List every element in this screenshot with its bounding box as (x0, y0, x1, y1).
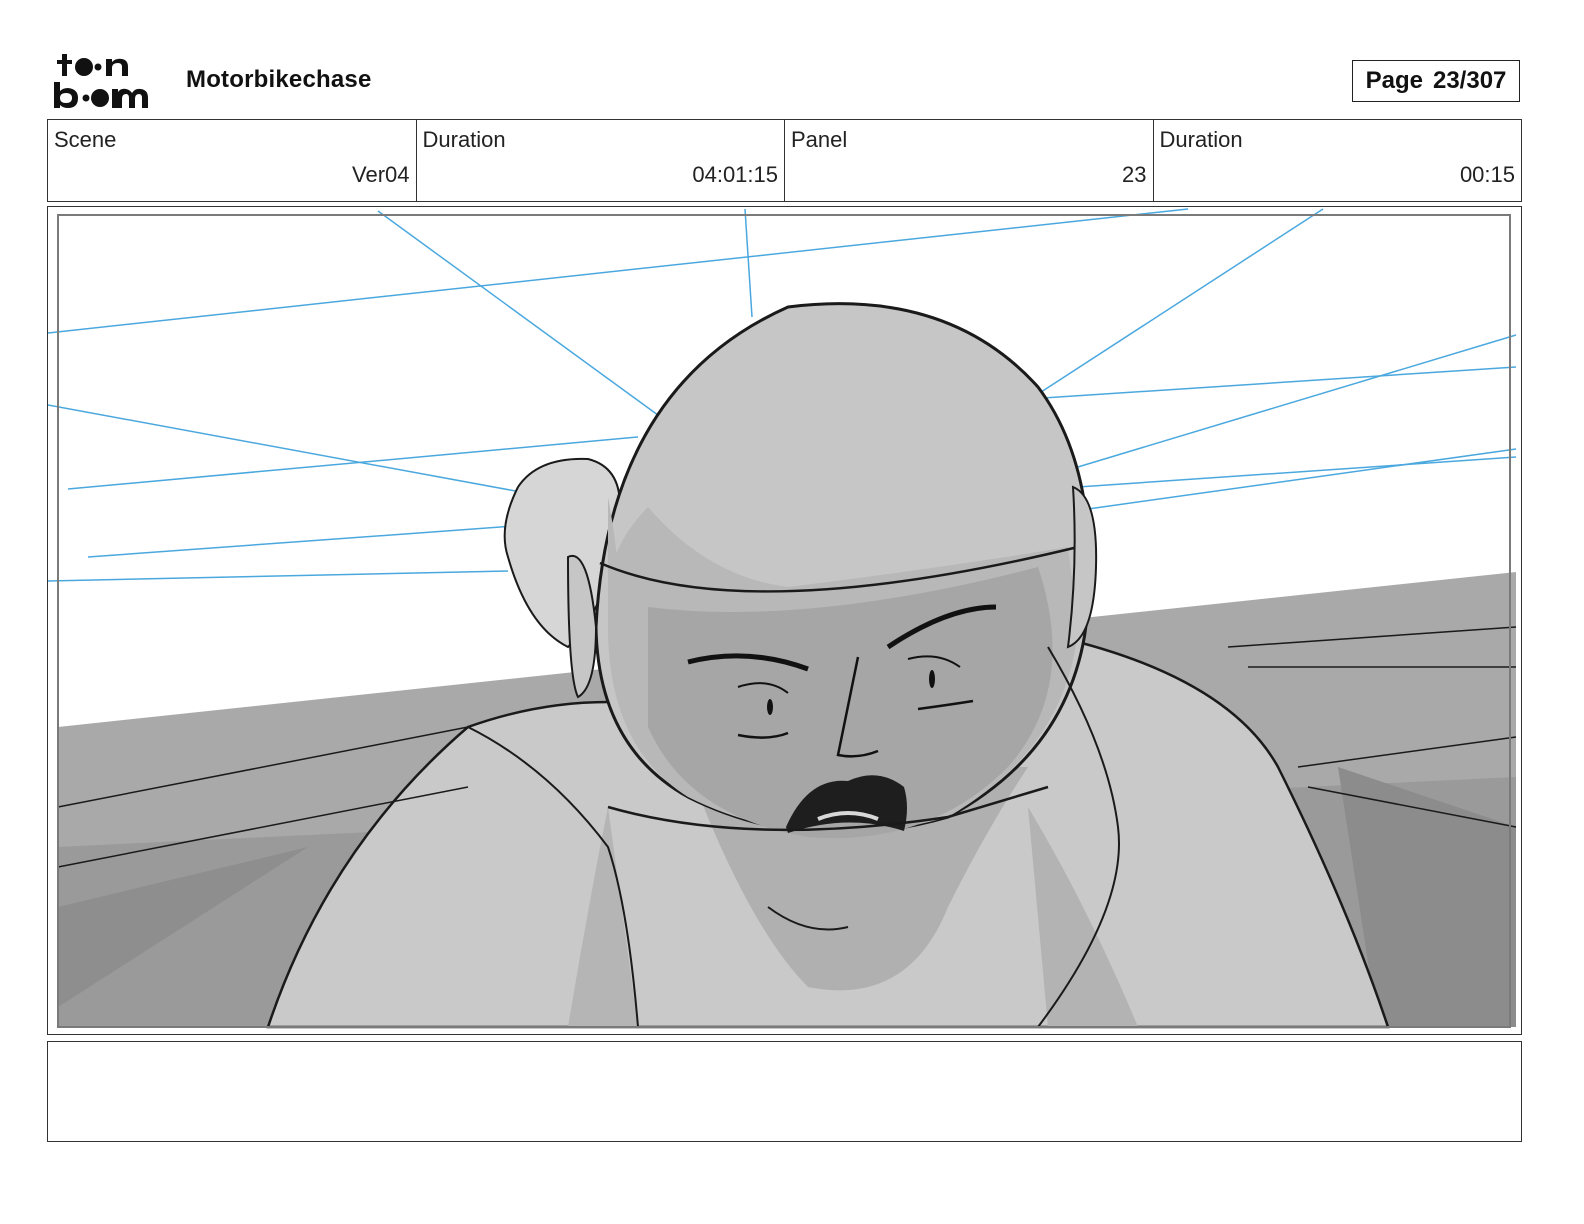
toon-boom-logo (52, 50, 164, 112)
panel-duration-label: Duration (1159, 127, 1243, 152)
panel-label: Panel (791, 127, 848, 152)
storyboard-panel (47, 206, 1522, 1035)
scene-label: Scene (54, 127, 117, 152)
scene-value: Ver04 (352, 162, 410, 187)
scene-duration-label: Duration (422, 127, 506, 152)
panel-info-table: Scene Ver04 Duration 04:01:15 Panel 23 D… (47, 119, 1522, 202)
panel-cell: Panel 23 (785, 120, 1154, 201)
scene-cell: Scene Ver04 (48, 120, 417, 201)
panel-value: 23 (1122, 162, 1147, 187)
panel-notes-box[interactable] (47, 1041, 1522, 1142)
panel-duration-cell: Duration 00:15 (1154, 120, 1522, 201)
page-number: 23/307 (1432, 67, 1507, 94)
scene-duration-value: 04:01:15 (692, 162, 778, 187)
page-label: Page (1365, 67, 1423, 94)
panel-duration-value: 00:15 (1459, 162, 1515, 187)
storyboard-sketch (48, 207, 1520, 1033)
project-title: Motorbikechase (186, 66, 372, 93)
page-indicator: Page 23/307 (1352, 60, 1520, 102)
scene-duration-cell: Duration 04:01:15 (417, 120, 785, 201)
